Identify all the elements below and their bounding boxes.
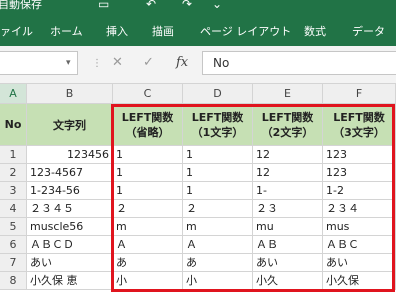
header-c-line2: （省略） — [125, 125, 170, 139]
name-box[interactable]: ▾ — [0, 51, 78, 75]
formula-input[interactable]: No — [202, 51, 396, 75]
header-d-cell[interactable]: LEFT関数 （1文字） — [183, 104, 253, 146]
cell-left-default[interactable]: ２ — [113, 200, 183, 218]
cell-left-2[interactable]: mu — [253, 218, 323, 236]
column-header-e[interactable]: E — [253, 84, 323, 104]
worksheet-grid: A A B C D E F No 文字列 LEFT関数 （省略） LEFT関数 … — [0, 84, 396, 294]
header-f-line1: LEFT関数 — [333, 110, 385, 124]
cell-string[interactable]: 123456 — [27, 146, 113, 164]
header-c-cell[interactable]: LEFT関数 （省略） — [113, 104, 183, 146]
column-header-a[interactable]: A — [0, 84, 27, 104]
cell-left-3[interactable]: mus — [323, 218, 396, 236]
x-icon[interactable]: ✕ — [112, 55, 123, 70]
save-icon[interactable]: ▭ — [98, 0, 109, 11]
cell-left-1[interactable]: m — [183, 218, 253, 236]
splitter-dots-icon[interactable]: ⋮ — [92, 58, 102, 69]
row-header[interactable]: 1 — [0, 146, 27, 164]
row-header[interactable]: 8 — [0, 272, 27, 290]
header-d-line1: LEFT関数 — [191, 110, 244, 124]
header-c-line1: LEFT関数 — [121, 110, 174, 124]
cell-left-default[interactable]: 小 — [113, 272, 183, 290]
cell-left-default[interactable]: m — [113, 218, 183, 236]
cell-left-3[interactable]: 123 — [323, 164, 396, 182]
column-header-f[interactable]: F — [323, 84, 396, 104]
column-header-b[interactable]: B — [27, 84, 113, 104]
cell-left-2[interactable]: ２３ — [253, 200, 323, 218]
cell-left-1[interactable]: 1 — [183, 146, 253, 164]
header-f-line2: （3文字） — [333, 125, 385, 139]
cell-left-3[interactable]: あい — [323, 254, 396, 272]
tab-home[interactable]: ホーム — [50, 23, 83, 39]
cell-left-3[interactable]: ２３４ — [323, 200, 396, 218]
cell-left-3[interactable]: 小久保 — [323, 272, 396, 290]
tab-insert[interactable]: 挿入 — [106, 23, 128, 39]
tab-page-layout[interactable]: ページ レイアウト — [200, 23, 291, 39]
row-header[interactable]: 6 — [0, 236, 27, 254]
cell-string[interactable]: 小久保 恵 — [27, 272, 113, 290]
redo-icon[interactable]: ↷ — [182, 0, 192, 11]
check-icon[interactable]: ✓ — [143, 55, 154, 70]
cell-left-1[interactable]: ２ — [183, 200, 253, 218]
row-header[interactable]: 4 — [0, 200, 27, 218]
cell-left-default[interactable]: Ａ — [113, 236, 183, 254]
header-e-line2: （2文字） — [261, 125, 314, 139]
cell-left-default[interactable]: 1 — [113, 182, 183, 200]
undo-icon[interactable]: ↶ — [146, 0, 156, 11]
cell-left-1[interactable]: Ａ — [183, 236, 253, 254]
insert-function-button[interactable]: fx — [176, 55, 188, 70]
cell-left-2[interactable]: 小久 — [253, 272, 323, 290]
cell-left-1[interactable]: 1 — [183, 164, 253, 182]
cell-string[interactable]: あい — [27, 254, 113, 272]
column-header-d[interactable]: D — [183, 84, 253, 104]
header-string-cell[interactable]: 文字列 — [27, 104, 113, 146]
cell-string[interactable]: ２３４５ — [27, 200, 113, 218]
cell-left-2[interactable]: 1- — [253, 182, 323, 200]
cell-string[interactable]: 1-234-56 — [27, 182, 113, 200]
formula-bar: ▾ ⋮ ✕ ✓ fx No — [0, 46, 396, 84]
column-header-c[interactable]: C — [113, 84, 183, 104]
cell-left-3[interactable]: 1-2 — [323, 182, 396, 200]
header-e-line1: LEFT関数 — [261, 110, 314, 124]
cell-left-default[interactable]: 1 — [113, 164, 183, 182]
cell-left-default[interactable]: 1 — [113, 146, 183, 164]
chevron-down-icon[interactable]: ▾ — [66, 58, 71, 68]
cell-left-1[interactable]: 1 — [183, 182, 253, 200]
row-header[interactable]: 3 — [0, 182, 27, 200]
header-string: 文字列 — [53, 118, 86, 132]
header-no-cell[interactable]: No — [0, 104, 27, 146]
qa-dropdown-icon[interactable]: ⌄ — [212, 0, 222, 11]
cell-left-1[interactable]: あ — [183, 254, 253, 272]
row-header[interactable]: 7 — [0, 254, 27, 272]
cell-left-1[interactable]: 小 — [183, 272, 253, 290]
autosave-label[interactable]: 自動保存 — [0, 0, 42, 12]
cell-left-2[interactable]: あい — [253, 254, 323, 272]
tab-data[interactable]: データ — [352, 23, 385, 39]
title-bar: 自動保存 ▭ ↶ ↷ ⌄ — [0, 0, 396, 14]
cell-left-3[interactable]: ＡＢＣ — [323, 236, 396, 254]
cell-string[interactable]: 123-4567 — [27, 164, 113, 182]
cell-left-2[interactable]: 12 — [253, 146, 323, 164]
tab-formulas[interactable]: 数式 — [304, 23, 326, 39]
row-header[interactable]: 2 — [0, 164, 27, 182]
ribbon-tabs: ァイル ホーム 挿入 描画 ページ レイアウト 数式 データ — [0, 14, 396, 46]
row-header[interactable]: 5 — [0, 218, 27, 236]
cell-left-default[interactable]: あ — [113, 254, 183, 272]
cell-left-2[interactable]: ＡＢ — [253, 236, 323, 254]
header-f-cell[interactable]: LEFT関数 （3文字） — [323, 104, 396, 146]
cell-left-3[interactable]: 123 — [323, 146, 396, 164]
formula-value: No — [213, 56, 230, 70]
tab-draw[interactable]: 描画 — [152, 23, 174, 39]
cell-left-2[interactable]: 12 — [253, 164, 323, 182]
tab-file[interactable]: ァイル — [0, 23, 33, 39]
header-e-cell[interactable]: LEFT関数 （2文字） — [253, 104, 323, 146]
cell-string[interactable]: ＡＢＣＤ — [27, 236, 113, 254]
header-d-line2: （1文字） — [191, 125, 244, 139]
header-no: No — [4, 118, 22, 131]
cell-string[interactable]: muscle56 — [27, 218, 113, 236]
